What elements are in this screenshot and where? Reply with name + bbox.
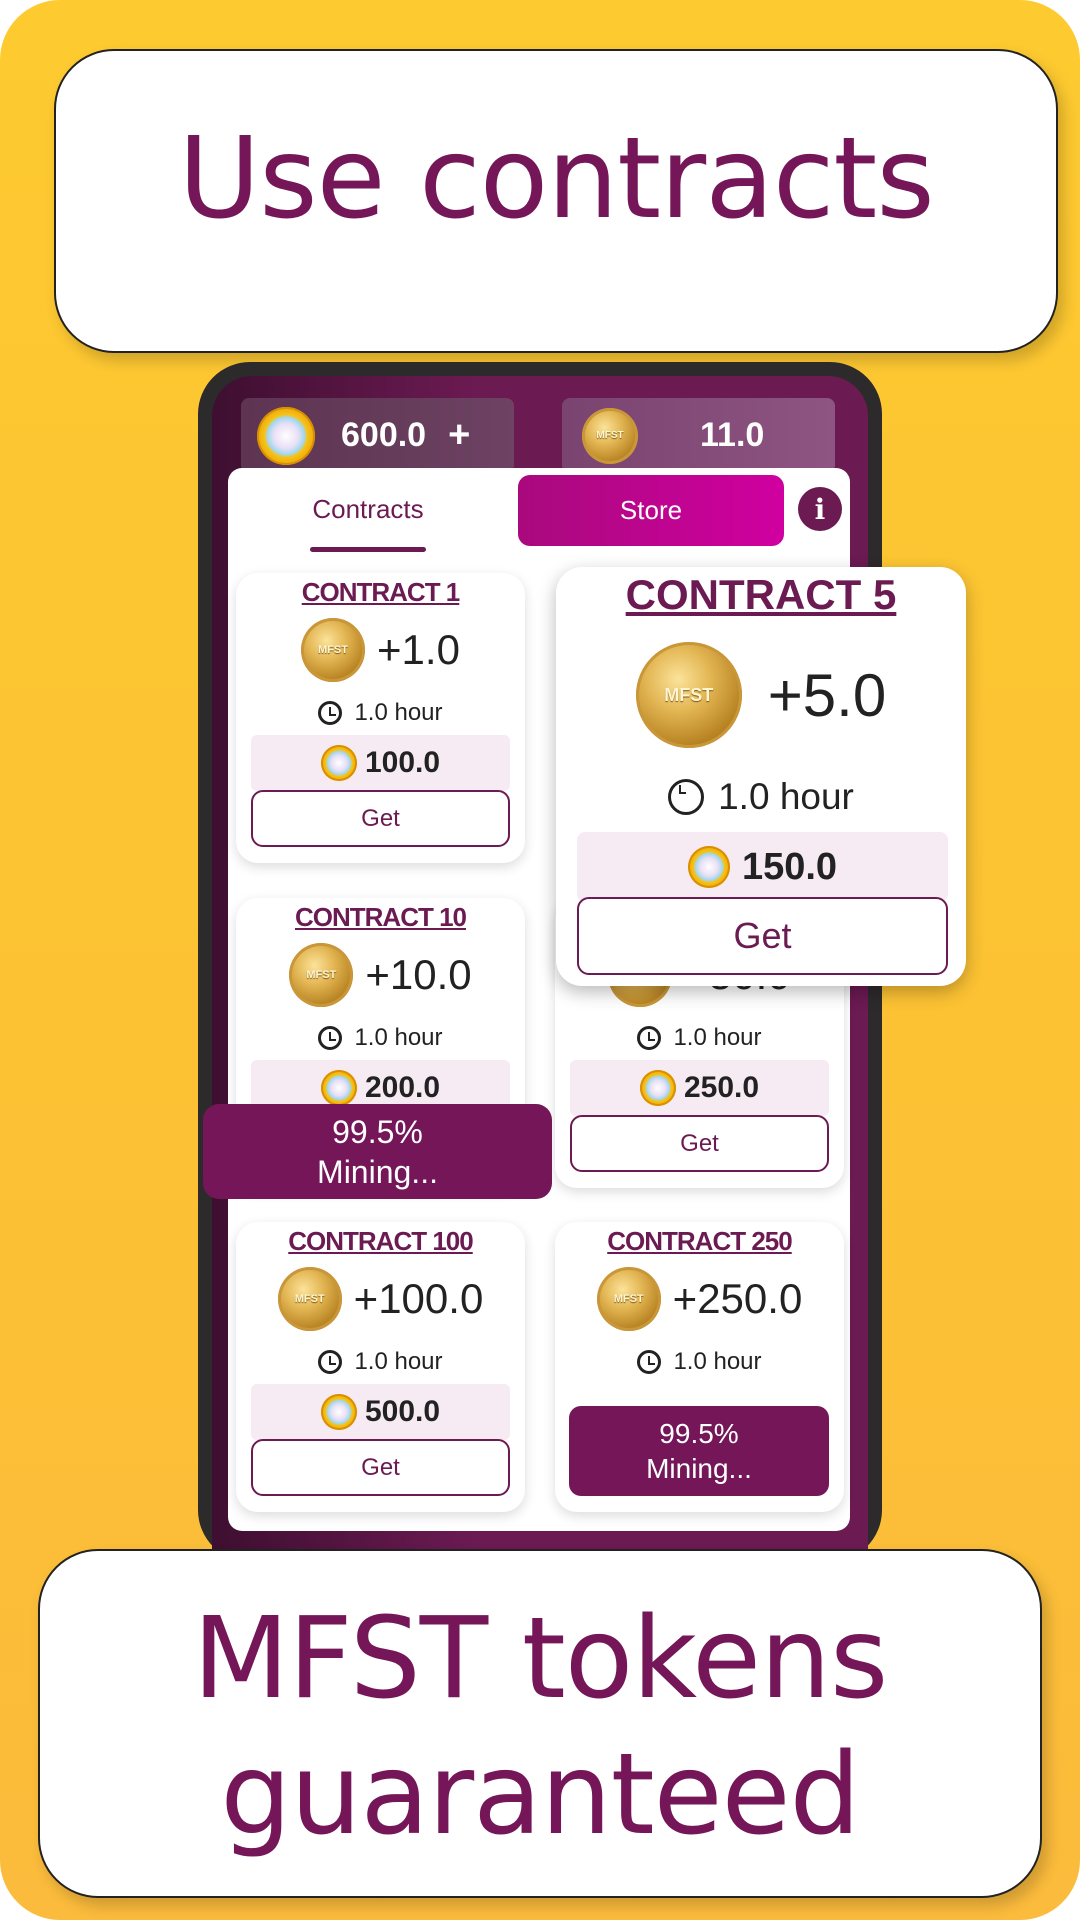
- get-contract-button[interactable]: Get: [251, 790, 510, 847]
- diamond-icon: [687, 846, 730, 888]
- active-tab-indicator: [310, 547, 426, 552]
- headline-bottom-banner: MFST tokens guaranteed: [38, 1549, 1042, 1898]
- popup-reward: +5.0: [767, 661, 887, 729]
- contract-reward: +10.0: [365, 951, 472, 998]
- mfst-coin-icon: MFST: [289, 943, 354, 1007]
- mfst-balance: MFST 11.0: [562, 398, 835, 473]
- get-contract-button[interactable]: Get: [251, 1439, 510, 1496]
- mfst-coin-icon: MFST: [582, 407, 638, 464]
- alarm-clock-icon: [318, 1026, 343, 1050]
- contract-reward: +1.0: [377, 626, 460, 673]
- mfst-coin-icon: MFST: [277, 1267, 342, 1331]
- diamond-icon: [320, 1394, 357, 1430]
- contract-card: CONTRACT 250 MFST +250.0 1.0 hour 99.5% Minin…: [555, 1222, 844, 1512]
- diamond-icon: [257, 406, 315, 465]
- contract-reward: +100.0: [353, 1275, 484, 1322]
- headline-bottom-line-2: guaranteed: [220, 1730, 860, 1860]
- diamond-icon: [320, 1070, 357, 1106]
- contract-5-popup: CONTRACT 5 MFST +5.0 1.0 hour 150.0 Get: [556, 567, 966, 986]
- headline-top: Use contracts: [178, 114, 934, 244]
- contract-title: CONTRACT 250: [607, 1226, 792, 1256]
- contract-duration: 1.0 hour: [354, 1024, 443, 1051]
- tab-contracts[interactable]: Contracts: [288, 494, 448, 552]
- diamond-icon: [639, 1070, 676, 1106]
- diamond-balance-value: 600.0: [341, 416, 427, 454]
- alarm-clock-icon: [318, 1350, 343, 1374]
- mining-overlay[interactable]: 99.5% Mining...: [203, 1104, 552, 1199]
- contract-title: CONTRACT 10: [294, 902, 467, 932]
- popup-duration: 1.0 hour: [718, 776, 854, 817]
- popup-get-button[interactable]: Get: [577, 897, 948, 975]
- diamond-balance[interactable]: 600.0 +: [241, 398, 514, 473]
- alarm-clock-icon: [637, 1350, 662, 1374]
- contract-reward: +250.0: [672, 1275, 803, 1322]
- contract-duration: 1.0 hour: [354, 699, 443, 726]
- contract-price: 500.0: [251, 1384, 510, 1440]
- contract-price: 250.0: [570, 1060, 829, 1116]
- headline-bottom-line-1: MFST tokens: [192, 1594, 889, 1724]
- tab-store[interactable]: Store: [518, 475, 784, 546]
- contract-title: CONTRACT 1: [301, 577, 461, 607]
- diamond-icon: [320, 745, 357, 781]
- alarm-clock-icon: [637, 1026, 662, 1050]
- contract-duration: 1.0 hour: [673, 1348, 762, 1375]
- contract-price: 100.0: [251, 735, 510, 791]
- alarm-clock-icon: [668, 779, 705, 815]
- mfst-coin-icon: MFST: [635, 642, 742, 748]
- popup-price: 150.0: [741, 845, 838, 888]
- mining-status-button[interactable]: 99.5% Mining...: [569, 1406, 829, 1496]
- contract-duration: 1.0 hour: [354, 1348, 443, 1375]
- headline-top-banner: Use contracts: [54, 49, 1058, 353]
- info-icon[interactable]: i: [798, 487, 842, 531]
- get-contract-button[interactable]: Get: [570, 1115, 829, 1172]
- add-diamonds-button[interactable]: +: [448, 414, 470, 457]
- contract-card: CONTRACT 100 MFST +100.0 1.0 hour 500.0 Get: [236, 1222, 525, 1512]
- mfst-coin-icon: MFST: [301, 618, 366, 682]
- popup-title: CONTRACT 5: [625, 571, 897, 618]
- contract-card: CONTRACT 1 MFST +1.0 1.0 hour 100.0 Get: [236, 573, 525, 863]
- mfst-balance-value: 11.0: [700, 416, 765, 454]
- mfst-coin-icon: MFST: [596, 1267, 661, 1331]
- contract-title: CONTRACT 100: [288, 1226, 473, 1256]
- contract-duration: 1.0 hour: [673, 1024, 762, 1051]
- alarm-clock-icon: [318, 701, 343, 725]
